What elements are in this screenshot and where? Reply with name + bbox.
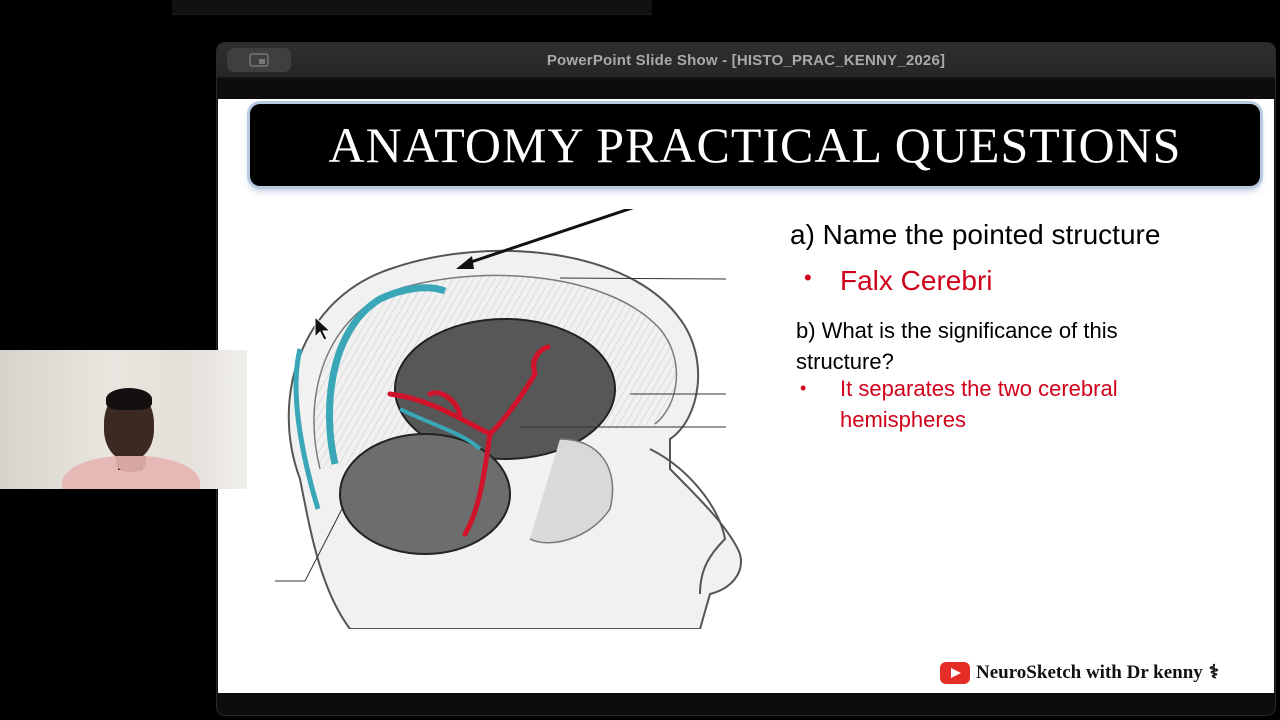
channel-name: NeuroSketch with Dr kenny (976, 661, 1203, 683)
slideshow-window: PowerPoint Slide Show - [HISTO_PRAC_KENN… (216, 42, 1276, 716)
answer-b: • It separates the two cerebral hemisphe… (800, 373, 1220, 435)
presenter-webcam-feed (0, 350, 247, 489)
window-title: PowerPoint Slide Show - [HISTO_PRAC_KENN… (546, 52, 946, 69)
presenter-hair (106, 388, 152, 410)
slide-title: ANATOMY PRACTICAL QUESTIONS (328, 117, 1182, 173)
answer-a: • Falx Cerebri (804, 265, 993, 297)
question-a: a) Name the pointed structure (790, 219, 1161, 250)
window-titlebar: PowerPoint Slide Show - [HISTO_PRAC_KENN… (217, 43, 1275, 78)
answer-a-bullet: • (804, 265, 812, 290)
presenter-collar (116, 456, 146, 472)
top-toolbar-strip (172, 0, 652, 15)
slide-canvas: ANATOMY PRACTICAL QUESTIONS a) Name the … (218, 99, 1274, 693)
answer-a-text: Falx Cerebri (840, 265, 993, 296)
answer-b-text: It separates the two cerebral hemisphere… (840, 376, 1118, 432)
channel-branding: NeuroSketch with Dr kenny ⚕ (940, 661, 1219, 684)
answer-b-bullet: • (800, 378, 807, 398)
slide-title-banner: ANATOMY PRACTICAL QUESTIONS (250, 104, 1260, 186)
caduceus-icon: ⚕ (1208, 662, 1220, 683)
youtube-icon (940, 661, 970, 684)
lower-cavity-mark (339, 433, 511, 555)
sagittal-head-section-illustration (275, 209, 742, 629)
question-b: b) What is the significance of this stru… (796, 318, 1118, 374)
